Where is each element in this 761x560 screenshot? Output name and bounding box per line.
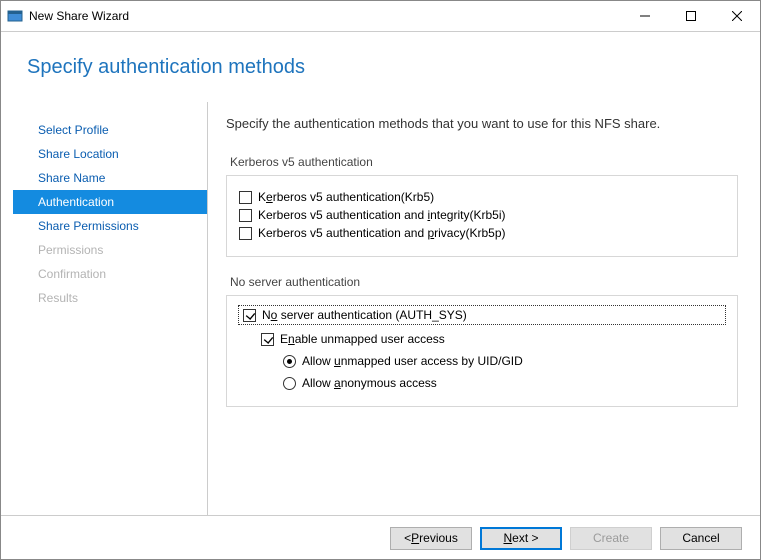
page-title: Specify authentication methods bbox=[27, 56, 760, 79]
titlebar: New Share Wizard bbox=[1, 1, 760, 32]
checkbox-authsys[interactable] bbox=[243, 309, 256, 322]
sidebar-item-share-location[interactable]: Share Location bbox=[13, 142, 207, 166]
minimize-button[interactable] bbox=[622, 1, 668, 31]
sidebar: Select Profile Share Location Share Name… bbox=[13, 102, 208, 515]
main-panel: Specify the authentication methods that … bbox=[208, 102, 760, 515]
checkbox-krb5p-row[interactable]: Kerberos v5 authentication and privacy(K… bbox=[239, 226, 725, 240]
intro-text: Specify the authentication methods that … bbox=[226, 116, 738, 131]
checkbox-krb5[interactable] bbox=[239, 191, 252, 204]
kerberos-group-label: Kerberos v5 authentication bbox=[230, 155, 738, 169]
sidebar-item-authentication[interactable]: Authentication bbox=[13, 190, 207, 214]
radio-uidgid[interactable] bbox=[283, 355, 296, 368]
checkbox-unmapped[interactable] bbox=[261, 333, 274, 346]
noserver-group: No server authentication (AUTH_SYS) Enab… bbox=[226, 295, 738, 407]
create-button: Create bbox=[570, 527, 652, 550]
kerberos-group: Kerberos v5 authentication(Krb5) Kerbero… bbox=[226, 175, 738, 257]
checkbox-krb5p[interactable] bbox=[239, 227, 252, 240]
window-title: New Share Wizard bbox=[29, 9, 622, 23]
sidebar-item-results: Results bbox=[13, 286, 207, 310]
cancel-button[interactable]: Cancel bbox=[660, 527, 742, 550]
footer: < Previous Next > Create Cancel bbox=[1, 515, 760, 560]
checkbox-unmapped-label: Enable unmapped user access bbox=[280, 332, 445, 346]
sidebar-item-select-profile[interactable]: Select Profile bbox=[13, 118, 207, 142]
checkbox-authsys-row[interactable]: No server authentication (AUTH_SYS) bbox=[239, 306, 725, 324]
sidebar-item-share-name[interactable]: Share Name bbox=[13, 166, 207, 190]
sidebar-item-share-permissions[interactable]: Share Permissions bbox=[13, 214, 207, 238]
radio-anon[interactable] bbox=[283, 377, 296, 390]
sidebar-item-confirmation: Confirmation bbox=[13, 262, 207, 286]
checkbox-authsys-label: No server authentication (AUTH_SYS) bbox=[262, 308, 467, 322]
close-button[interactable] bbox=[714, 1, 760, 31]
radio-uidgid-row[interactable]: Allow unmapped user access by UID/GID bbox=[283, 354, 725, 368]
window-controls bbox=[622, 1, 760, 31]
previous-button[interactable]: < Previous bbox=[390, 527, 472, 550]
sidebar-item-permissions: Permissions bbox=[13, 238, 207, 262]
radio-uidgid-label: Allow unmapped user access by UID/GID bbox=[302, 354, 523, 368]
checkbox-krb5-label: Kerberos v5 authentication(Krb5) bbox=[258, 190, 434, 204]
radio-anon-label: Allow anonymous access bbox=[302, 376, 437, 390]
checkbox-krb5i-row[interactable]: Kerberos v5 authentication and integrity… bbox=[239, 208, 725, 222]
checkbox-krb5i-label: Kerberos v5 authentication and integrity… bbox=[258, 208, 505, 222]
header: Specify authentication methods bbox=[1, 32, 760, 102]
app-icon bbox=[7, 8, 23, 24]
checkbox-unmapped-row[interactable]: Enable unmapped user access bbox=[261, 332, 725, 346]
checkbox-krb5i[interactable] bbox=[239, 209, 252, 222]
checkbox-krb5-row[interactable]: Kerberos v5 authentication(Krb5) bbox=[239, 190, 725, 204]
radio-anon-row[interactable]: Allow anonymous access bbox=[283, 376, 725, 390]
maximize-button[interactable] bbox=[668, 1, 714, 31]
noserver-group-label: No server authentication bbox=[230, 275, 738, 289]
checkbox-krb5p-label: Kerberos v5 authentication and privacy(K… bbox=[258, 226, 506, 240]
next-button[interactable]: Next > bbox=[480, 527, 562, 550]
